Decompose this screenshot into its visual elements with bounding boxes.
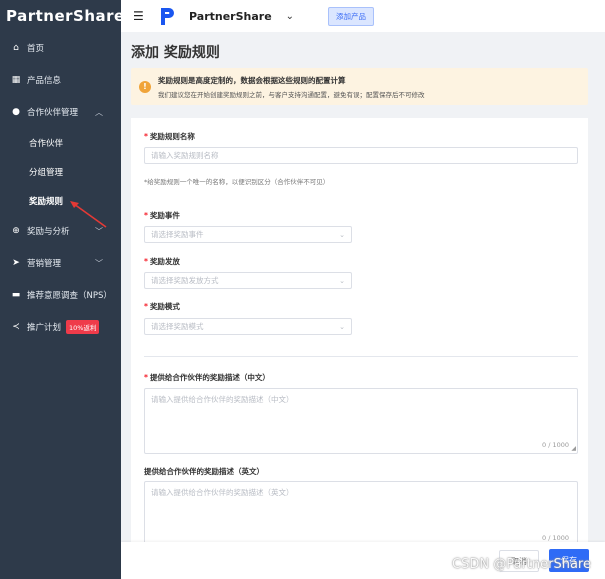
sidebar-item-label: 推广计划: [27, 323, 62, 333]
chevron-down-icon: ⌄: [339, 322, 345, 331]
chat-icon: ▬: [11, 290, 21, 300]
divider: [144, 356, 578, 357]
reward-mode-label: * 奖励模式: [144, 302, 180, 311]
sidebar-item-label: 推荐意愿调查（NPS）: [27, 291, 112, 301]
form-card: * 奖励规则名称 请输入奖励规则名称 *给奖励规则一个唯一的名称，以便识别区分（合…: [131, 118, 588, 579]
sidebar-item-partner-management[interactable]: ● 合作伙伴管理 ︿: [0, 96, 121, 128]
description-en-textarea[interactable]: 请输入提供给合作伙伴的奖励描述（英文） 0 / 1000: [144, 481, 578, 547]
chevron-down-icon: ⌄: [339, 276, 345, 285]
sidebar: PartnerShare ⌂ 首页 ▦ 产品信息 ● 合作伙伴管理 ︿ 合作伙伴…: [0, 0, 124, 579]
sidebar-item-home[interactable]: ⌂ 首页: [0, 32, 121, 64]
chevron-down-icon: ﹀: [95, 258, 103, 268]
add-product-button[interactable]: 添加产品: [328, 6, 375, 26]
sidebar-item-label: 首页: [27, 44, 45, 54]
rule-name-input[interactable]: 请输入奖励规则名称: [144, 147, 578, 164]
reward-payout-label: * 奖励发放: [144, 257, 180, 266]
sidebar-item-nps[interactable]: ▬ 推荐意愿调查（NPS）: [0, 279, 121, 311]
plus-circle-icon: ⊕: [12, 226, 20, 236]
sidebar-subitem-groups[interactable]: 分组管理: [0, 157, 121, 186]
share-icon: ≺: [12, 322, 20, 332]
sidebar-item-label: 营销管理: [27, 259, 62, 269]
rule-name-label: * 奖励规则名称: [144, 132, 195, 141]
chevron-down-icon: ⌄: [339, 230, 345, 239]
resize-handle-icon[interactable]: ◢: [571, 445, 576, 452]
rebate-badge: 10%返利: [66, 320, 100, 334]
rule-name-hint: *给奖励规则一个唯一的名称，以便识别区分（合作伙伴不可见）: [144, 178, 330, 186]
sidebar-nav: ⌂ 首页 ▦ 产品信息 ● 合作伙伴管理 ︿ 合作伙伴 分组管理 奖励规则 ⊕ …: [0, 32, 121, 343]
notice-banner: ! 奖励规则是高度定制的，数据会根据这些规则的配置计算 我们建议您在开始创建奖励…: [131, 68, 588, 105]
home-icon: ⌂: [13, 43, 19, 53]
hamburger-menu-icon[interactable]: ☰: [133, 9, 144, 23]
reward-event-select[interactable]: 请选择奖励事件 ⌄: [144, 226, 352, 243]
red-arrow-annotation: [70, 201, 107, 228]
reward-event-label: * 奖励事件: [144, 211, 180, 220]
sidebar-item-products[interactable]: ▦ 产品信息: [0, 64, 121, 96]
form-footer: 取消 保存 CSDN @PartnerShare: [121, 542, 605, 579]
main-content: 添加 奖励规则 ! 奖励规则是高度定制的，数据会根据这些规则的配置计算 我们建议…: [121, 32, 605, 579]
chevron-up-icon: ︿: [95, 107, 103, 117]
sidebar-logo[interactable]: PartnerShare: [0, 0, 124, 32]
partnershare-logo-icon: [161, 7, 174, 25]
description-cn-label: * 提供给合作伙伴的奖励描述（中文）: [144, 373, 270, 382]
reward-mode-select[interactable]: 请选择奖励模式 ⌄: [144, 318, 352, 335]
send-icon: ➤: [12, 258, 20, 268]
sidebar-item-promotion[interactable]: ≺ 推广计划 10%返利: [0, 311, 121, 343]
sidebar-item-label: 合作伙伴管理: [27, 108, 79, 118]
sidebar-item-label: 产品信息: [27, 76, 62, 86]
save-button[interactable]: 保存: [549, 549, 589, 572]
grid-icon: ▦: [11, 75, 21, 85]
page-title: 添加 奖励规则: [131, 45, 220, 61]
chevron-down-icon[interactable]: ⌄: [286, 11, 294, 22]
app-name[interactable]: PartnerShare: [189, 10, 272, 23]
warning-icon: !: [139, 80, 151, 93]
char-counter: 0 / 1000: [542, 441, 569, 449]
sidebar-item-marketing[interactable]: ➤ 营销管理 ﹀: [0, 247, 121, 279]
sidebar-item-label: 奖励与分析: [27, 227, 70, 237]
user-icon: ●: [12, 107, 20, 117]
sidebar-subitem-partners[interactable]: 合作伙伴: [0, 128, 121, 157]
description-cn-textarea[interactable]: 请输入提供给合作伙伴的奖励描述（中文） 0 / 1000 ◢: [144, 388, 578, 454]
reward-payout-select[interactable]: 请选择奖励发放方式 ⌄: [144, 272, 352, 289]
notice-description: 我们建议您在开始创建奖励规则之前，与客户支持沟通配置，避免有误；配置保存后不可修…: [158, 90, 425, 99]
notice-title: 奖励规则是高度定制的，数据会根据这些规则的配置计算: [158, 75, 346, 85]
cancel-button[interactable]: 取消: [499, 550, 539, 572]
description-en-label: 提供给合作伙伴的奖励描述（英文）: [144, 467, 264, 476]
char-counter: 0 / 1000: [542, 534, 569, 542]
topbar: ☰ PartnerShare ⌄ 添加产品: [121, 0, 605, 32]
